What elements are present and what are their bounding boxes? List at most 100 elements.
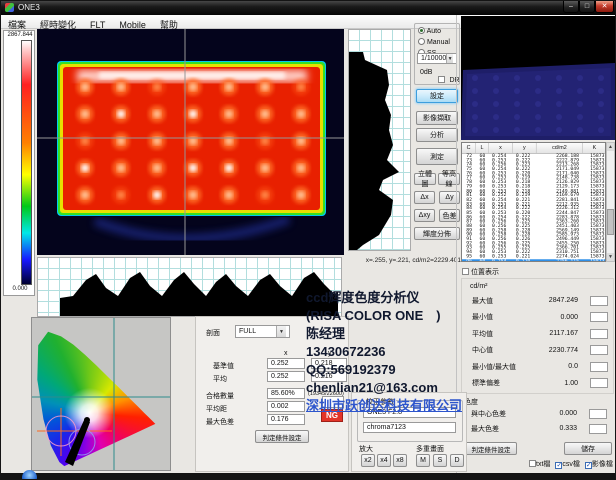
dist-label: 平均距 bbox=[206, 404, 227, 414]
col-x-header: x bbox=[284, 350, 288, 357]
table-header-cell: y bbox=[513, 143, 537, 153]
horizontal-profile-plot bbox=[37, 257, 342, 317]
luminance-dist-button[interactable]: 輝度分佈 bbox=[414, 227, 460, 240]
set-button[interactable]: 設定 bbox=[416, 89, 458, 103]
table-header-cell: cd/m2 bbox=[537, 143, 583, 153]
stat-input-box[interactable] bbox=[590, 378, 608, 388]
start-orb-icon[interactable] bbox=[22, 470, 37, 480]
vertical-profile-plot bbox=[348, 29, 411, 251]
scroll-up-icon[interactable]: ▲ bbox=[607, 143, 614, 151]
maximize-button[interactable]: □ bbox=[579, 1, 595, 13]
multi-M-button[interactable]: M bbox=[416, 454, 430, 467]
app-icon bbox=[5, 3, 14, 12]
taskbar bbox=[1, 473, 616, 480]
ref-label: 基準值 bbox=[213, 361, 234, 371]
result-box-empty bbox=[322, 396, 344, 408]
multi-D-button[interactable]: D bbox=[450, 454, 464, 467]
avg-y-field[interactable]: 0.216 bbox=[311, 371, 347, 382]
dist-value-field: 0.002 bbox=[267, 401, 305, 412]
shutter-value: 1/10000 bbox=[421, 55, 446, 62]
table-scrollbar[interactable]: ▲ ▼ bbox=[606, 142, 615, 262]
title-bar: ONE3 – □ ✕ bbox=[1, 1, 616, 15]
judge-settings-button-2[interactable]: 判定條件設定 bbox=[255, 430, 309, 443]
pass-label: 合格數量 bbox=[206, 391, 234, 401]
gain-label: 0dB bbox=[420, 69, 432, 76]
chevron-down-icon: ▼ bbox=[276, 326, 286, 337]
dr-checkbox-icon bbox=[438, 76, 445, 83]
stat-input-box[interactable] bbox=[590, 329, 608, 339]
stat-input-box[interactable] bbox=[590, 362, 608, 372]
delta-xy-button[interactable]: Δxy bbox=[414, 209, 435, 222]
zoom-label: 放大 bbox=[359, 444, 373, 454]
chroma-input-box[interactable] bbox=[589, 409, 607, 419]
colorbar-min-value: 0.000 bbox=[4, 286, 36, 292]
ref-y-field[interactable]: 0.218 bbox=[311, 358, 347, 369]
delta-x-button[interactable]: Δx bbox=[414, 191, 435, 204]
judge-settings-button[interactable]: 判定條件設定 bbox=[465, 442, 517, 455]
save-button[interactable]: 儲存 bbox=[564, 442, 612, 455]
checkbox-icon bbox=[529, 460, 536, 467]
stat-row: 最大值2847.249 bbox=[472, 295, 610, 306]
stat-row: 平均值2117.167 bbox=[472, 328, 610, 339]
scrollbar-thumb[interactable] bbox=[607, 209, 614, 235]
col-y-header: y bbox=[328, 350, 332, 357]
pass-value-field: 85.60% bbox=[267, 388, 305, 399]
scroll-down-icon[interactable]: ▼ bbox=[607, 253, 614, 261]
stat-input-box[interactable] bbox=[590, 312, 608, 322]
luminance-stats-panel: cd/m² 最大值2847.249 最小值0.000 平均值2117.167 中心值2… bbox=[461, 278, 614, 394]
chroma-stats-panel: 色度 與中心色差0.000最大色差0.333 bbox=[461, 397, 614, 437]
check-影像檔[interactable]: ✓影像檔 bbox=[585, 459, 613, 469]
avg-x-field[interactable]: 0.252 bbox=[267, 371, 305, 382]
measurement-table: CLxycd/m2K72600.2540.2222268.18815873736… bbox=[461, 142, 606, 262]
zoom-x8-button[interactable]: x8 bbox=[393, 454, 407, 467]
window-title: ONE3 bbox=[18, 3, 40, 12]
maxdiff-value-field: 0.176 bbox=[267, 414, 305, 425]
chroma-input-box[interactable] bbox=[589, 424, 607, 434]
shutter-dropdown[interactable]: 1/10000 ▼ bbox=[417, 53, 457, 64]
view-3d-button[interactable]: 立體圖 bbox=[414, 173, 436, 185]
save-format-checks: txt檔 ✓csv檔 ✓影像檔 bbox=[529, 459, 615, 469]
multi-screen-buttons: MSD bbox=[416, 454, 464, 467]
cursor-readout: x=.255, y=.221, cd/m2=2229.401 bbox=[345, 257, 461, 264]
table-header-cell: x bbox=[489, 143, 513, 153]
stat-row: 中心值2230.774 bbox=[472, 345, 610, 356]
cie-chromaticity-diagram[interactable] bbox=[31, 317, 171, 471]
position-display-checkbox[interactable]: 位置表示 bbox=[462, 267, 499, 277]
profile-mode-value: FULL bbox=[239, 328, 256, 335]
minimize-button[interactable]: – bbox=[563, 1, 579, 13]
calibration-panel: 校正參數 ONE3 F2.8 chroma7123 放大 x2x4x8 多重畫面… bbox=[351, 392, 467, 472]
lens-param-field[interactable]: ONE3 F2.8 bbox=[363, 407, 456, 418]
radio-auto[interactable]: Auto bbox=[418, 27, 441, 35]
profile-form-panel: 剖面 FULL ▼ x y 基準值 0.252 0.218 平均 0.252 0… bbox=[195, 316, 349, 472]
unit-label: cd/m² bbox=[470, 283, 488, 290]
multi-S-button[interactable]: S bbox=[433, 454, 447, 467]
stat-input-box[interactable] bbox=[590, 345, 608, 355]
table-header-cell: C bbox=[462, 143, 476, 153]
colorbar-panel: 2867.844 0.000 bbox=[3, 30, 35, 296]
profile-mode-dropdown[interactable]: FULL ▼ bbox=[235, 325, 290, 338]
capture-button[interactable]: 影像擷取 bbox=[416, 111, 458, 125]
check-txt檔[interactable]: txt檔 bbox=[529, 459, 550, 469]
table-row[interactable]: 96600.2540.2202256.11515873 bbox=[462, 259, 606, 262]
position-checkbox-icon bbox=[462, 268, 469, 275]
check-csv檔[interactable]: ✓csv檔 bbox=[555, 459, 580, 469]
section-label: 剖面 bbox=[206, 328, 220, 338]
checkbox-icon: ✓ bbox=[585, 462, 592, 469]
radio-manual[interactable]: Manual bbox=[418, 38, 450, 46]
ref-x-field[interactable]: 0.252 bbox=[267, 358, 305, 369]
chroma-param-field[interactable]: chroma7123 bbox=[363, 422, 456, 433]
chroma-stat-row: 最大色差0.333 bbox=[471, 423, 609, 434]
zoom-x2-button[interactable]: x2 bbox=[361, 454, 375, 467]
multi-screen-label: 多重畫面 bbox=[416, 444, 444, 454]
close-button[interactable]: ✕ bbox=[595, 1, 614, 13]
chevron-down-icon: ▼ bbox=[446, 54, 453, 63]
analyze-button[interactable]: 分析 bbox=[416, 128, 458, 142]
stat-row: 最小值0.000 bbox=[472, 312, 610, 323]
zoom-x4-button[interactable]: x4 bbox=[377, 454, 391, 467]
app-window: ONE3 – □ ✕ 檔案經時變化FLTMobile幫助 2867.844 0.… bbox=[0, 0, 616, 480]
thermal-image[interactable] bbox=[37, 29, 344, 255]
chroma-stat-row: 與中心色差0.000 bbox=[471, 408, 609, 419]
measure-button[interactable]: 測定 bbox=[416, 148, 458, 165]
zoom-buttons: x2x4x8 bbox=[361, 454, 407, 467]
stat-input-box[interactable] bbox=[590, 296, 608, 306]
